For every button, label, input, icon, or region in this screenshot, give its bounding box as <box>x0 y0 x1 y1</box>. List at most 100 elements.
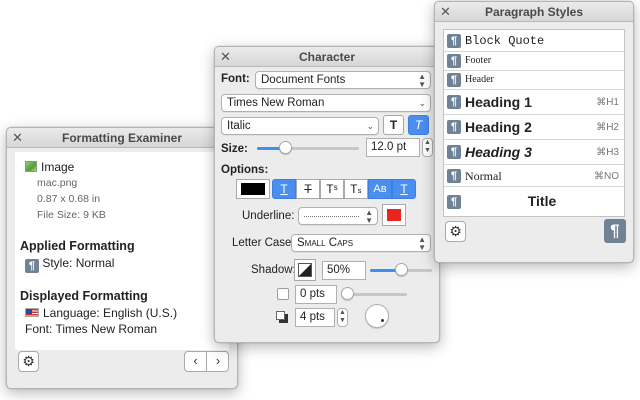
bold-button[interactable]: T <box>383 115 404 135</box>
language-row: Language: English (U.S.) <box>25 306 177 320</box>
character-title: Character <box>298 50 356 64</box>
paragraph-style-icon: ¶ <box>25 259 39 273</box>
applied-style-row: ¶ Style: Normal <box>25 256 114 273</box>
style-row-header[interactable]: ¶ Header <box>444 71 624 90</box>
shadow-angle-dial[interactable] <box>365 304 389 328</box>
font-family-popup[interactable]: Times New Roman ⌄ <box>221 94 431 112</box>
font-style-value: Italic <box>227 120 251 132</box>
chevron-down-icon: ⌄ <box>366 121 374 131</box>
font-collection-popup[interactable]: Document Fonts ▲ ▼ <box>255 71 431 89</box>
close-icon[interactable]: ✕ <box>12 128 23 148</box>
paragraph-style-icon[interactable]: ¶ <box>604 219 626 243</box>
character-titlebar[interactable]: ✕ Character <box>215 47 439 67</box>
outline-button[interactable]: T <box>392 179 416 199</box>
size-label: Size: <box>221 143 248 155</box>
style-name: Header <box>465 74 494 85</box>
character-panel: ✕ Character Font: Document Fonts ▲ ▼ Time… <box>214 46 440 343</box>
shadow-label: Shadow: <box>251 264 296 276</box>
strikethrough-button[interactable]: T <box>296 179 320 199</box>
shadow-opacity-knob[interactable] <box>394 263 408 276</box>
size-slider[interactable] <box>257 147 359 150</box>
displayed-formatting-heading: Displayed Formatting <box>20 289 148 303</box>
gear-icon[interactable]: ⚙ <box>18 351 39 372</box>
paragraph-style-icon: ¶ <box>447 54 461 68</box>
navigation-buttons: ‹ › <box>184 351 229 372</box>
text-color-well[interactable] <box>236 179 270 199</box>
paragraph-styles-titlebar[interactable]: ✕ Paragraph Styles <box>435 2 633 22</box>
language-value: Language: English (U.S.) <box>43 306 178 320</box>
paragraph-style-icon: ¶ <box>447 145 461 159</box>
image-label: Image <box>41 160 75 174</box>
italic-button[interactable]: T <box>408 115 429 135</box>
chevron-updown-icon: ▲ ▼ <box>418 235 426 252</box>
style-name: Heading 2 <box>465 119 532 135</box>
font-family-value: Times New Roman <box>227 97 325 109</box>
style-row-heading-3[interactable]: ¶ Heading 3 ⌘H3 <box>444 140 624 165</box>
style-name: Title <box>527 193 557 209</box>
formatting-examiner-panel: ✕ Formatting Examiner Image mac.png 0.87… <box>6 127 238 389</box>
formatting-examiner-titlebar[interactable]: ✕ Formatting Examiner <box>7 128 237 148</box>
font-style-popup[interactable]: Italic ⌄ <box>221 117 379 135</box>
style-row-title[interactable]: ¶ Title <box>444 187 624 217</box>
options-button-group: T T Tˢ Tₛ Aʙ T <box>272 179 417 199</box>
shadow-color-well[interactable] <box>294 259 316 281</box>
size-slider-knob[interactable] <box>279 141 293 154</box>
underline-label: Underline: <box>242 210 295 222</box>
image-dimensions: 0.87 x 0.68 in <box>37 193 101 205</box>
image-row: Image <box>25 160 74 174</box>
style-name: Normal <box>465 169 502 183</box>
small-caps-button[interactable]: Aʙ <box>368 179 392 199</box>
font-value: Font: Times New Roman <box>25 322 158 336</box>
letter-case-popup[interactable]: Small Caps ▲ ▼ <box>291 234 431 252</box>
size-stepper[interactable]: ▲ ▼ <box>422 138 433 157</box>
style-row-heading-1[interactable]: ¶ Heading 1 ⌘H1 <box>444 90 624 115</box>
underline-button[interactable]: T <box>272 179 296 199</box>
superscript-button[interactable]: Tˢ <box>320 179 344 199</box>
letter-case-value: Small Caps <box>297 237 354 249</box>
underline-style-popup[interactable]: ▲ ▼ <box>298 207 378 225</box>
underline-style-preview <box>304 216 359 217</box>
chevron-right-icon[interactable]: › <box>207 352 229 371</box>
us-flag-icon <box>25 308 39 317</box>
formatting-examiner-title: Formatting Examiner <box>61 131 183 145</box>
shadow-blur-slider[interactable] <box>345 293 407 296</box>
paragraph-styles-panel: ✕ Paragraph Styles ¶ Block Quote ¶ Foote… <box>434 1 634 263</box>
gear-icon[interactable]: ⚙ <box>445 221 466 242</box>
applied-formatting-heading: Applied Formatting <box>20 239 135 253</box>
applied-style-value: Style: Normal <box>42 256 115 270</box>
underline-color-well[interactable] <box>382 204 406 226</box>
shadow-opacity-field[interactable]: 50% <box>322 261 366 280</box>
shadow-blur-checkbox[interactable] <box>277 288 289 300</box>
style-name: Footer <box>465 55 492 66</box>
shadow-offset-stepper[interactable]: ▲ ▼ <box>337 308 348 327</box>
style-name: Heading 1 <box>465 94 532 110</box>
chevron-left-icon[interactable]: ‹ <box>185 352 207 371</box>
subscript-button[interactable]: Tₛ <box>344 179 368 199</box>
close-icon[interactable]: ✕ <box>220 47 231 67</box>
letter-case-label: Letter Case: <box>232 237 295 249</box>
paragraph-style-icon: ¶ <box>447 120 461 134</box>
shadow-color-swatch <box>298 263 312 277</box>
style-shortcut: ⌘NO <box>594 171 619 182</box>
paragraph-style-icon: ¶ <box>447 73 461 87</box>
font-label: Font: <box>221 73 250 85</box>
style-shortcut: ⌘H2 <box>596 122 619 133</box>
style-row-heading-2[interactable]: ¶ Heading 2 ⌘H2 <box>444 115 624 140</box>
size-field[interactable]: 12.0 pt <box>366 138 420 157</box>
options-label: Options: <box>221 164 269 176</box>
style-row-normal[interactable]: ¶ Normal ⌘NO <box>444 165 624 187</box>
shadow-offset-field[interactable]: 4 pts <box>295 308 335 327</box>
paragraph-styles-list: ¶ Block Quote ¶ Footer ¶ Header ¶ Headin… <box>443 29 625 217</box>
style-row-footer[interactable]: ¶ Footer <box>444 52 624 71</box>
paragraph-style-icon: ¶ <box>447 34 461 48</box>
shadow-blur-field[interactable]: 0 pts <box>295 285 337 304</box>
chevron-down-icon: ⌄ <box>418 98 426 108</box>
underline-color-swatch <box>387 209 401 221</box>
paragraph-style-icon: ¶ <box>447 95 461 109</box>
shadow-blur-knob[interactable] <box>341 287 354 300</box>
style-row-block-quote[interactable]: ¶ Block Quote <box>444 30 624 52</box>
close-icon[interactable]: ✕ <box>440 2 451 22</box>
style-shortcut: ⌘H1 <box>596 97 619 108</box>
chevron-updown-icon: ▲ ▼ <box>365 208 373 225</box>
style-shortcut: ⌘H3 <box>596 147 619 158</box>
